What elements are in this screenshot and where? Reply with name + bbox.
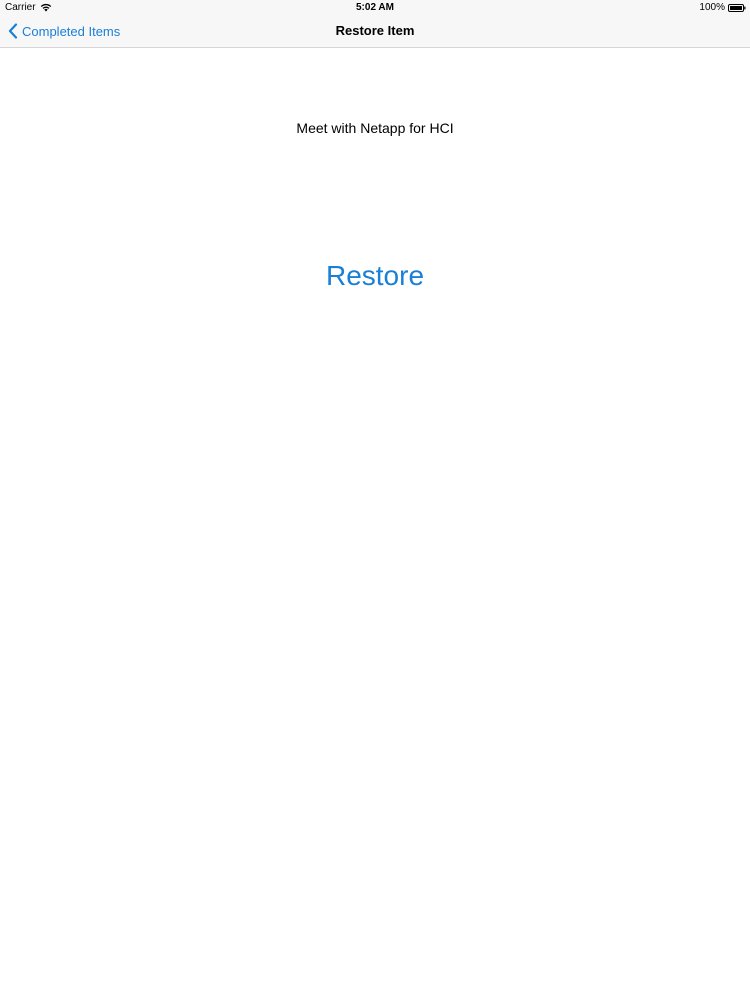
battery-icon [728, 3, 746, 12]
restore-button-row: Restore [0, 260, 750, 292]
item-title: Meet with Netapp for HCI [296, 120, 454, 136]
restore-button[interactable]: Restore [316, 260, 434, 292]
restore-item-screen: Carrier 5:02 AM 100% Completed Items Res… [0, 0, 750, 1000]
status-bar: Carrier 5:02 AM 100% [0, 0, 750, 15]
status-time: 5:02 AM [356, 2, 394, 13]
battery-percent: 100% [699, 2, 725, 13]
status-battery-group: 100% [699, 2, 746, 13]
navigation-bar: Completed Items Restore Item [0, 15, 750, 48]
page-title: Restore Item [335, 23, 415, 38]
